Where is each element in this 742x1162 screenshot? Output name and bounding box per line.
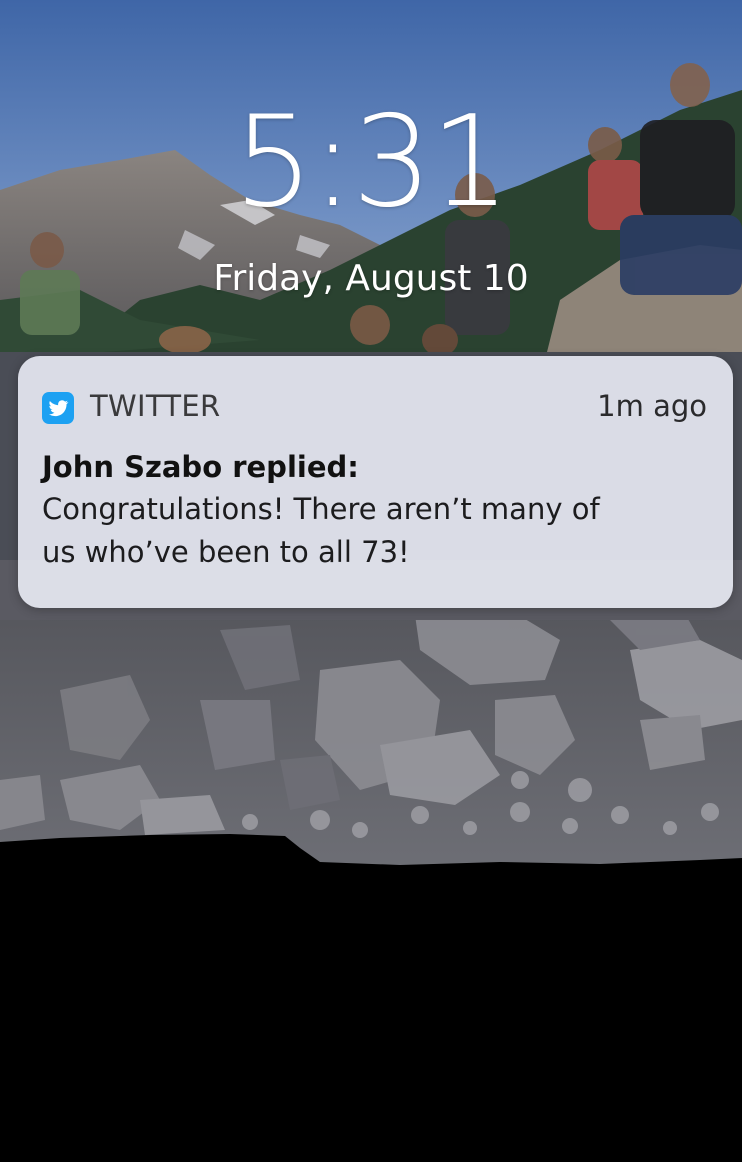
- black-redaction-area: [0, 830, 742, 1162]
- notification-body-line-2: us who’ve been to all 73!: [42, 535, 410, 569]
- lock-screen: 5:31 Friday, August 10 TWITTER 1m ago Jo…: [0, 0, 742, 1162]
- lock-screen-date: Friday, August 10: [213, 258, 529, 299]
- notification-app-name: TWITTER: [90, 389, 221, 423]
- notification-body-line-1: Congratulations! There aren’t many of: [42, 492, 600, 526]
- notification-header: TWITTER 1m ago: [42, 356, 707, 442]
- notification-title: John Szabo replied:: [42, 450, 359, 484]
- twitter-bird-icon: [42, 392, 74, 424]
- twitter-notification[interactable]: TWITTER 1m ago John Szabo replied: Congr…: [18, 356, 733, 608]
- lock-screen-time: 5:31: [233, 88, 511, 235]
- notification-timestamp: 1m ago: [597, 389, 707, 423]
